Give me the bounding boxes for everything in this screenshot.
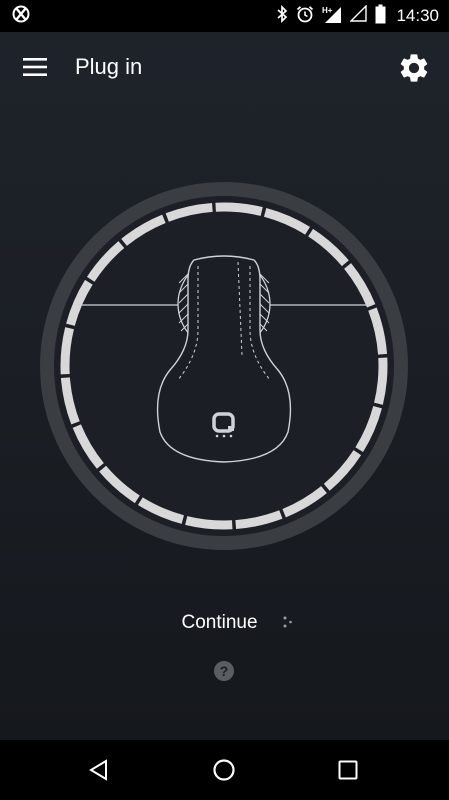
status-time: 14:30 bbox=[396, 6, 439, 25]
device-illustration bbox=[38, 180, 410, 552]
app-notification-icon bbox=[12, 4, 30, 29]
svg-text:H+: H+ bbox=[322, 6, 333, 15]
signal-icon bbox=[349, 4, 368, 27]
home-icon bbox=[213, 759, 235, 781]
hplus-signal-icon: H+ bbox=[322, 5, 342, 28]
recents-button[interactable] bbox=[332, 754, 364, 786]
status-bar: H+ 14:30 bbox=[0, 0, 449, 32]
recents-icon bbox=[338, 760, 358, 780]
navigation-bar bbox=[0, 740, 449, 800]
loading-spinner-icon bbox=[283, 616, 292, 628]
hamburger-menu-icon bbox=[23, 58, 47, 76]
continue-row: Continue bbox=[0, 608, 449, 638]
continue-button[interactable]: Continue bbox=[0, 612, 439, 634]
menu-button[interactable] bbox=[18, 52, 52, 82]
app-screen: Plug in Continue ? bbox=[0, 32, 449, 740]
gear-icon bbox=[400, 54, 428, 82]
help-icon: ? bbox=[219, 663, 229, 679]
battery-icon bbox=[375, 4, 386, 29]
back-button[interactable] bbox=[83, 754, 115, 786]
settings-button[interactable] bbox=[394, 48, 434, 88]
toolbar: Plug in bbox=[0, 32, 449, 102]
home-button[interactable] bbox=[208, 754, 240, 786]
back-icon bbox=[89, 759, 107, 781]
alarm-icon bbox=[296, 5, 314, 28]
bluetooth-icon bbox=[276, 4, 288, 28]
help-button[interactable]: ? bbox=[214, 661, 234, 681]
page-title: Plug in bbox=[75, 54, 143, 79]
